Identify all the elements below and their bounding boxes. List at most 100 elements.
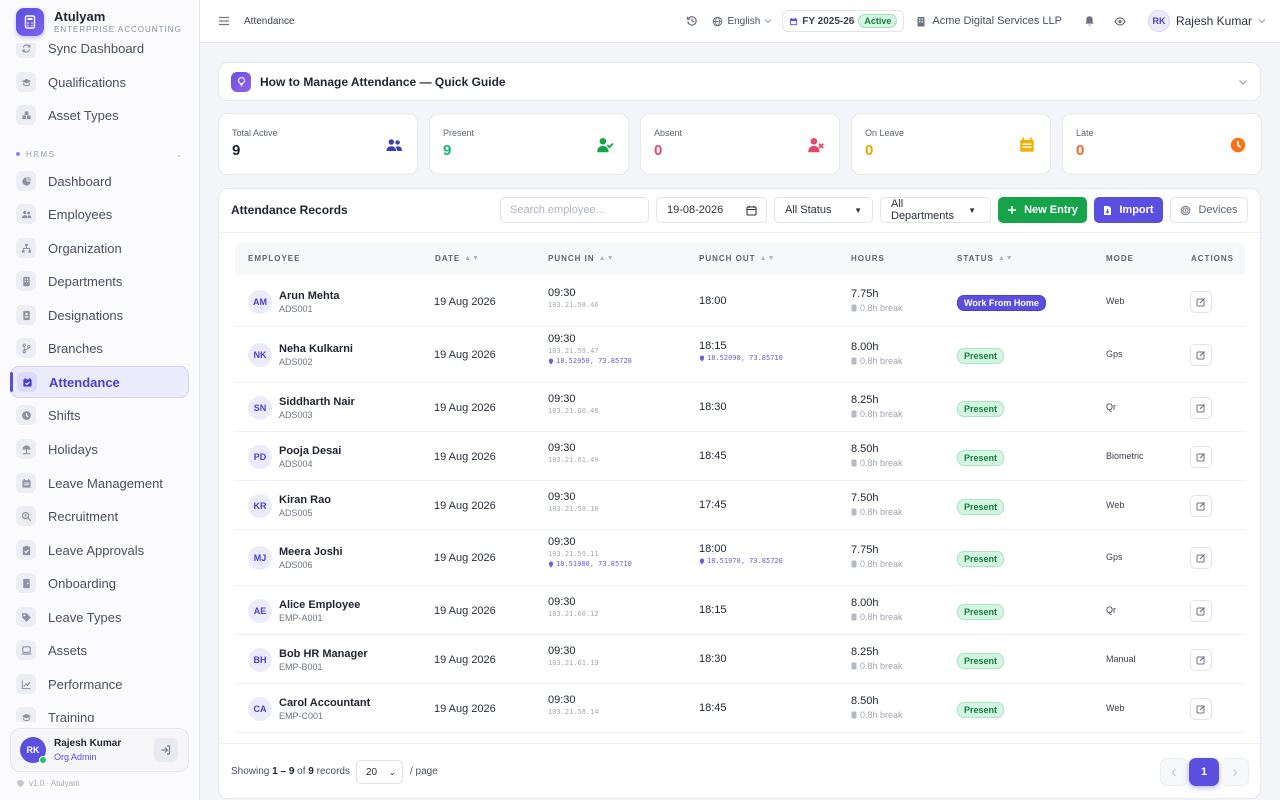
status-badge: Present — [957, 348, 1005, 364]
sidebar-item-asset-types[interactable]: Asset Types — [10, 99, 189, 131]
edit-button[interactable] — [1190, 599, 1212, 622]
sidebar-item-leave-types[interactable]: Leave Types — [10, 601, 189, 633]
fiscal-year-label: FY 2025-26 — [802, 15, 855, 27]
quick-guide-panel[interactable]: How to Manage Attendance — Quick Guide — [218, 62, 1261, 101]
chevron-down-icon[interactable] — [1238, 74, 1248, 89]
sidebar-item-branches[interactable]: Branches — [10, 332, 189, 364]
column-header-actions: ACTIONS — [1191, 254, 1234, 263]
table-footer: Showing 1 – 9 of 9 records 20 ⌄ / page 1 — [219, 743, 1260, 798]
date-picker[interactable]: 19-08-2026 — [656, 197, 767, 223]
employee-name[interactable]: Meera Joshi — [279, 546, 343, 558]
hours-value: 8.50h — [851, 442, 879, 455]
import-button[interactable]: Import — [1094, 197, 1163, 223]
edit-button[interactable] — [1190, 396, 1212, 419]
punch-in-ip: 103.21.58.46 — [548, 300, 599, 309]
sidebar-item-dashboard[interactable]: Dashboard — [10, 165, 189, 197]
menu-icon[interactable] — [218, 16, 230, 26]
punch-out-cell: 18:45 — [699, 450, 727, 462]
prev-page-button[interactable] — [1160, 758, 1188, 786]
edit-button[interactable] — [1190, 547, 1212, 569]
app-name: Atulyam — [54, 8, 106, 24]
user-menu[interactable]: RK Rajesh Kumar — [1147, 10, 1266, 32]
edit-button[interactable] — [1190, 494, 1212, 517]
employee-name[interactable]: Kiran Rao — [279, 494, 331, 506]
new-entry-button[interactable]: New Entry — [998, 197, 1087, 223]
fiscal-year-select[interactable]: FY 2025-26 Active — [782, 10, 905, 32]
mode-cell: Web — [1106, 702, 1125, 713]
punch-in-cell: 09:30 103.21.61.49 — [548, 442, 599, 464]
edit-button[interactable] — [1190, 445, 1212, 468]
next-page-button[interactable] — [1221, 758, 1249, 786]
attendance-records-card: Attendance Records 19-08-2026 All Status… — [218, 188, 1261, 799]
edit-button[interactable] — [1190, 697, 1212, 720]
status-filter-select[interactable]: All Status ▼ — [774, 197, 873, 223]
sidebar-item-shifts[interactable]: Shifts — [10, 399, 189, 431]
avatar: PD — [248, 444, 272, 469]
history-icon[interactable] — [686, 15, 698, 27]
punch-out-cell: 18:30 — [699, 653, 727, 665]
status-badge: Present — [957, 551, 1005, 567]
sidebar-item-performance[interactable]: Performance — [10, 668, 189, 700]
employee-name[interactable]: Bob HR Manager — [279, 648, 368, 660]
sidebar-item-leave-management[interactable]: Leave Management — [10, 467, 189, 499]
stat-label: Late — [1076, 128, 1094, 138]
company-select[interactable]: Acme Digital Services LLP — [916, 15, 1062, 27]
employee-name[interactable]: Arun Mehta — [279, 290, 340, 302]
hours-value: 7.50h — [851, 491, 879, 504]
stat-value: 0 — [654, 142, 663, 159]
employee-name[interactable]: Carol Accountant — [279, 697, 370, 709]
calendar-icon — [746, 205, 757, 216]
sidebar-item-holidays[interactable]: Holidays — [10, 433, 189, 465]
sidebar-item-recruitment[interactable]: Recruitment — [10, 500, 189, 532]
brand[interactable]: Atulyam ENTERPRISE ACCOUNTING — [0, 0, 199, 43]
user-x-icon — [806, 135, 826, 155]
punch-in-time: 09:30 — [548, 644, 576, 657]
status-filter-value: All Status — [785, 204, 832, 216]
column-header-date[interactable]: DATE ▲▼ — [435, 254, 480, 263]
employee-name[interactable]: Neha Kulkarni — [279, 343, 353, 355]
avatar: AM — [248, 289, 272, 314]
language-select[interactable]: English — [712, 16, 772, 27]
employee-code: ADS001 — [279, 303, 313, 314]
page-size-select[interactable]: 20 ⌄ — [356, 760, 403, 784]
logout-button[interactable] — [154, 738, 178, 762]
tags-icon — [16, 607, 36, 627]
sidebar-item-designations[interactable]: Designations — [10, 299, 189, 331]
date-cell: 19 Aug 2026 — [434, 295, 496, 308]
edit-button[interactable] — [1190, 344, 1212, 366]
eye-icon[interactable] — [1114, 16, 1126, 26]
employee-name[interactable]: Siddharth Nair — [279, 396, 355, 408]
sitemap-icon — [16, 238, 36, 258]
employee-name[interactable]: Alice Employee — [279, 599, 360, 611]
punch-in-time: 09:30 — [548, 441, 576, 454]
sidebar-item-training[interactable]: Training — [10, 701, 189, 722]
column-header-punch-in[interactable]: PUNCH IN ▲▼ — [548, 254, 615, 263]
sidebar-item-qualifications[interactable]: Qualifications — [10, 66, 189, 98]
sidebar-item-assets[interactable]: Assets — [10, 634, 189, 666]
punch-in-ip: 103.21.58.10 — [548, 504, 599, 513]
employee-name[interactable]: Pooja Desai — [279, 445, 341, 457]
stat-label: Absent — [654, 128, 683, 138]
id-badge-icon — [16, 305, 36, 325]
sidebar-item-onboarding[interactable]: Onboarding — [10, 567, 189, 599]
hours-value: 7.75h — [851, 544, 879, 556]
devices-button[interactable]: Devices — [1170, 197, 1248, 223]
calculator-icon — [16, 7, 44, 36]
sidebar-item-organization[interactable]: Organization — [10, 232, 189, 264]
page-button-current[interactable]: 1 — [1189, 758, 1219, 786]
sidebar-item-leave-approvals[interactable]: Leave Approvals — [10, 534, 189, 566]
column-header-punch-out[interactable]: PUNCH OUT ▲▼ — [699, 254, 775, 263]
nav-section-hrms[interactable]: HRMS ⌄ — [16, 147, 184, 161]
bell-icon[interactable] — [1084, 15, 1095, 27]
employee-cell: Meera Joshi ADS006 — [279, 546, 343, 570]
sidebar-item-employees[interactable]: Employees — [10, 198, 189, 230]
sidebar-item-departments[interactable]: Departments — [10, 265, 189, 297]
sidebar-user-card[interactable]: RK Rajesh Kumar Org Admin — [10, 728, 189, 772]
edit-button[interactable] — [1190, 290, 1212, 313]
department-filter-select[interactable]: All Departments ▼ — [880, 197, 991, 223]
stat-card-total-active: Total Active 9 — [218, 113, 418, 175]
edit-button[interactable] — [1190, 648, 1212, 671]
search-input[interactable] — [500, 197, 649, 223]
column-header-status[interactable]: STATUS ▲▼ — [957, 254, 1014, 263]
sidebar-item-attendance[interactable]: Attendance — [10, 366, 189, 398]
